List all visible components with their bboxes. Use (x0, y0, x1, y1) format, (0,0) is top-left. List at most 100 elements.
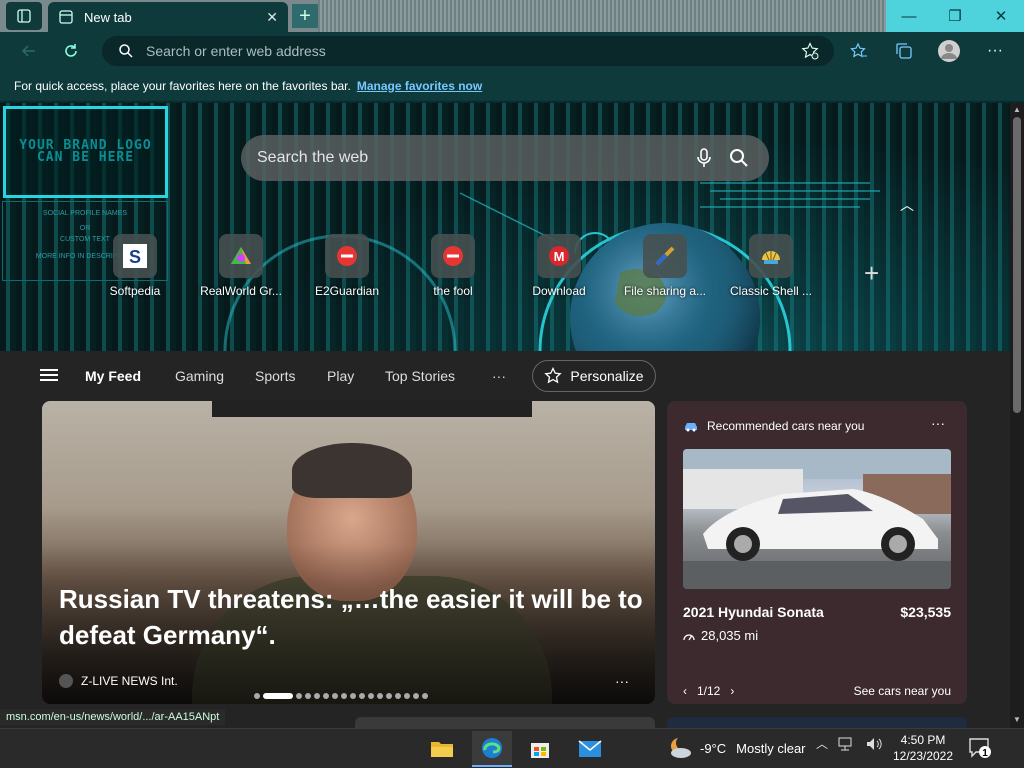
carousel-dot[interactable] (305, 693, 311, 699)
add-site-button[interactable]: + (864, 258, 879, 289)
feed-tab-sports[interactable]: Sports (255, 368, 295, 384)
show-hidden-icons-button[interactable]: ︿ (816, 735, 828, 752)
personalize-button[interactable]: Personalize (532, 360, 656, 392)
quick-link-download[interactable]: M Download (509, 234, 609, 298)
back-arrow-icon (21, 45, 35, 57)
car-card-header: Recommended cars near you (683, 419, 864, 433)
main-story-card[interactable]: Russian TV threatens: „…the easier it wi… (42, 401, 655, 704)
quick-link-label: RealWorld Gr... (200, 284, 282, 298)
scrollbar-thumb[interactable] (1013, 117, 1021, 413)
restore-button[interactable]: ❐ (932, 0, 978, 32)
manage-favorites-link[interactable]: Manage favorites now (357, 79, 482, 93)
feed-tab-play[interactable]: Play (327, 368, 354, 384)
web-search-button[interactable] (729, 148, 749, 168)
taskbar-weather[interactable]: -9°C Mostly clear (668, 737, 806, 759)
story-source[interactable]: Z-LIVE NEWS Int. (59, 674, 178, 688)
main-story-headline[interactable]: Russian TV threatens: „…the easier it wi… (59, 581, 649, 653)
next-car-button[interactable]: › (730, 684, 734, 698)
carousel-dot[interactable] (314, 693, 320, 699)
car-card-more-button[interactable]: ··· (931, 415, 945, 431)
carousel-dot[interactable] (404, 693, 410, 699)
taskbar-file-explorer[interactable] (422, 731, 462, 767)
carousel-dot[interactable] (332, 693, 338, 699)
carousel-dot[interactable] (254, 693, 260, 699)
quick-link-classic-shell[interactable]: Classic Shell ... (721, 234, 821, 298)
back-button[interactable] (14, 36, 44, 66)
tab-new-tab[interactable]: New tab ✕ (48, 2, 288, 32)
network-icon[interactable] (838, 737, 856, 751)
scroll-up-icon[interactable]: ▲ (1013, 105, 1021, 114)
notification-center-button[interactable]: 1 (968, 737, 992, 759)
refresh-button[interactable] (56, 36, 86, 66)
quick-link-softpedia[interactable]: S Softpedia (85, 234, 185, 298)
car-pager: 1/12 (697, 684, 721, 698)
title-bar-drag-area[interactable] (318, 0, 886, 32)
quick-link-file-sharing[interactable]: File sharing a... (615, 234, 715, 298)
plus-icon: + (864, 258, 880, 288)
tab-actions-menu-button[interactable] (6, 2, 42, 30)
carousel-dot[interactable] (413, 693, 419, 699)
carousel-dot-active[interactable] (263, 693, 293, 699)
address-bar[interactable]: Search or enter web address (102, 36, 834, 66)
carousel-dot[interactable] (395, 693, 401, 699)
store-icon (531, 743, 549, 758)
carousel-dot[interactable] (368, 693, 374, 699)
blocked-icon (325, 234, 369, 278)
carousel-dot[interactable] (350, 693, 356, 699)
realworld-icon (219, 234, 263, 278)
taskbar-edge[interactable] (472, 731, 512, 767)
feed-menu-button[interactable] (40, 368, 62, 382)
carousel-dot[interactable] (323, 693, 329, 699)
settings-more-button[interactable]: ··· (982, 38, 1008, 64)
see-cars-near-you-link[interactable]: See cars near you (854, 684, 951, 698)
taskbar-mail[interactable] (570, 731, 610, 767)
svg-text:S: S (129, 247, 141, 267)
web-search-placeholder: Search the web (257, 149, 369, 166)
carousel-dot[interactable] (377, 693, 383, 699)
new-tab-button[interactable]: + (292, 4, 318, 28)
brand-logo-text: YOUR BRAND LOGO CAN BE HERE (19, 138, 152, 165)
volume-icon[interactable] (866, 737, 882, 751)
minimize-button[interactable]: — (886, 0, 932, 32)
car-mileage-value: 28,035 mi (701, 628, 759, 643)
collections-button[interactable] (891, 38, 917, 64)
microphone-icon (697, 148, 711, 167)
carousel-dot[interactable] (296, 693, 302, 699)
status-bar-url: msn.com/en-us/news/world/.../ar-AA15ANpt (0, 709, 226, 725)
collapse-button[interactable]: ︿ (900, 195, 914, 215)
quick-link-e2guardian[interactable]: E2Guardian (297, 234, 397, 298)
page-scrollbar[interactable]: ▲ ▼ (1010, 103, 1024, 728)
svg-text:M: M (554, 249, 565, 264)
feed-tab-my-feed[interactable]: My Feed (85, 368, 141, 384)
clock-time: 4:50 PM (900, 733, 946, 747)
story-more-button[interactable]: ··· (615, 673, 629, 689)
feed-more-button[interactable]: ··· (492, 368, 506, 384)
taskbar-store[interactable] (520, 731, 560, 767)
add-favorite-button[interactable] (797, 38, 823, 64)
feed-tab-gaming[interactable]: Gaming (175, 368, 224, 384)
web-search-box[interactable]: Search the web (241, 135, 769, 181)
carousel-dot[interactable] (341, 693, 347, 699)
favorites-button[interactable] (846, 38, 872, 64)
voice-search-button[interactable] (697, 148, 711, 168)
close-window-button[interactable]: ✕ (978, 0, 1024, 32)
feed-tab-top-stories[interactable]: Top Stories (385, 368, 455, 384)
social-text-line: SOCIAL PROFILE NAMES (42, 210, 128, 217)
quick-link-the-fool[interactable]: the fool (403, 234, 503, 298)
carousel-dot[interactable] (422, 693, 428, 699)
scroll-down-icon[interactable]: ▼ (1013, 715, 1021, 724)
personalize-label: Personalize (570, 368, 644, 384)
carousel-dot[interactable] (386, 693, 392, 699)
carousel-dot[interactable] (359, 693, 365, 699)
car-recommendation-card[interactable]: Recommended cars near you ··· 2021 Hyund… (667, 401, 967, 704)
story-image-detail (212, 401, 532, 417)
search-icon (119, 44, 133, 58)
quick-link-realworld[interactable]: RealWorld Gr... (191, 234, 291, 298)
profile-button[interactable] (936, 38, 962, 64)
favorites-bar: For quick access, place your favorites h… (0, 70, 1024, 102)
previous-car-button[interactable]: ‹ (683, 684, 687, 698)
close-tab-icon[interactable]: ✕ (266, 9, 278, 26)
car-mileage: 28,035 mi (683, 628, 758, 643)
taskbar-clock[interactable]: 4:50 PM 12/23/2022 (890, 732, 956, 764)
car-name[interactable]: 2021 Hyundai Sonata (683, 604, 824, 620)
